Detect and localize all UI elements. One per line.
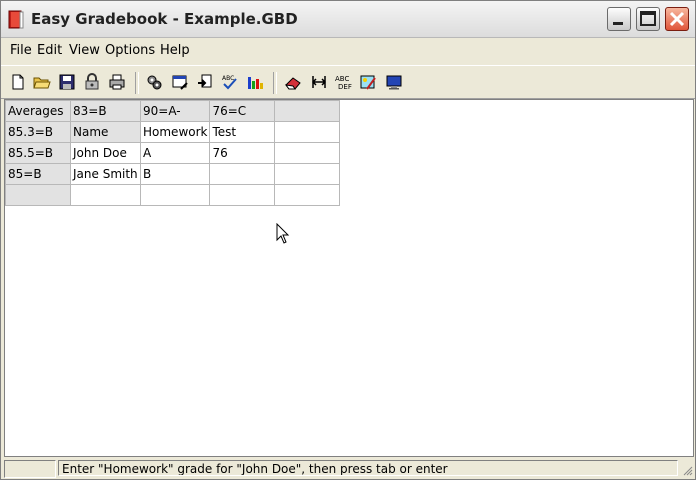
- table-row: [5, 184, 341, 206]
- toolbar-separator: [273, 72, 277, 94]
- table-row: 85=B Jane Smith B: [5, 163, 341, 185]
- table-row: Averages 83=B 90=A- 76=C: [5, 100, 341, 122]
- close-icon: [669, 11, 685, 27]
- homework-average-cell[interactable]: 90=A-: [139, 100, 211, 122]
- window-edit-button[interactable]: [171, 73, 189, 91]
- lock-icon: [85, 73, 99, 90]
- toolbar-separator: [135, 72, 139, 94]
- test-average-cell[interactable]: 76=C: [209, 100, 276, 122]
- grid-cell[interactable]: [274, 142, 341, 164]
- picture-edit-icon: [360, 75, 376, 90]
- maximize-button[interactable]: [636, 7, 660, 31]
- table-row: 85.5=B John Doe A 76: [5, 142, 341, 164]
- minimize-icon: [613, 22, 623, 25]
- print-button[interactable]: [108, 73, 126, 91]
- spell-check-icon: ABC: [222, 75, 237, 90]
- student-name-cell[interactable]: [70, 184, 141, 206]
- averages-label-cell[interactable]: Averages: [5, 100, 71, 122]
- close-button[interactable]: [665, 7, 689, 31]
- grid-cell[interactable]: [274, 121, 341, 143]
- abc-def-button[interactable]: ABC DEF: [335, 73, 353, 91]
- settings-gears-icon: [147, 75, 162, 90]
- gradebook-grid: Averages 83=B 90=A- 76=C 85.3=B Name Hom…: [5, 100, 341, 206]
- status-bar: Enter "Homework" grade for "John Doe", t…: [1, 458, 695, 479]
- row-average-cell[interactable]: [5, 184, 71, 206]
- column-width-button[interactable]: [310, 73, 328, 91]
- resize-grip-icon[interactable]: [681, 464, 693, 476]
- document-transfer-button[interactable]: [196, 73, 214, 91]
- name-column-header[interactable]: Name: [70, 121, 141, 143]
- gradebook-app-icon: [8, 10, 24, 29]
- grade-cell[interactable]: 76: [209, 142, 276, 164]
- chart-button[interactable]: [246, 73, 264, 91]
- menu-options[interactable]: Options: [105, 43, 155, 58]
- grade-cell[interactable]: [209, 163, 276, 185]
- grade-cell[interactable]: A: [139, 142, 211, 164]
- settings-button[interactable]: [145, 73, 163, 91]
- column-width-icon: [311, 76, 327, 88]
- svg-text:ABC: ABC: [335, 75, 349, 83]
- save-disk-icon: [59, 74, 75, 90]
- menu-file[interactable]: File: [10, 43, 32, 58]
- status-panel-left: [4, 460, 56, 478]
- lock-button[interactable]: [83, 73, 101, 91]
- new-file-icon: [12, 74, 24, 90]
- menu-bar: File Edit View Options Help: [1, 38, 695, 64]
- row-average-cell[interactable]: 85.3=B: [5, 121, 71, 143]
- window-edit-icon: [172, 75, 188, 90]
- toolbar: ABC ABC DEF: [1, 65, 695, 99]
- bar-chart-icon: [248, 77, 263, 89]
- student-name-cell[interactable]: Jane Smith: [70, 163, 141, 185]
- empty-header-cell[interactable]: [274, 100, 341, 122]
- student-name-cell[interactable]: John Doe: [70, 142, 141, 164]
- test-column-header[interactable]: Test: [209, 121, 276, 143]
- monitor-icon: [386, 75, 402, 90]
- eraser-icon: [284, 77, 301, 90]
- menu-help[interactable]: Help: [160, 43, 190, 58]
- menu-edit[interactable]: Edit: [37, 43, 62, 58]
- menu-view[interactable]: View: [69, 43, 100, 58]
- status-message: Enter "Homework" grade for "John Doe", t…: [58, 460, 678, 476]
- monitor-button[interactable]: [385, 73, 403, 91]
- new-file-button[interactable]: [9, 73, 27, 91]
- row-average-cell[interactable]: 85=B: [5, 163, 71, 185]
- app-window: Easy Gradebook - Example.GBD File Edit V…: [0, 0, 696, 480]
- grid-cell[interactable]: [274, 163, 341, 185]
- mouse-pointer-icon: [276, 223, 290, 244]
- print-icon: [109, 74, 125, 90]
- grade-cell[interactable]: [139, 184, 211, 206]
- window-title: Easy Gradebook - Example.GBD: [31, 10, 298, 28]
- maximize-icon: [640, 11, 656, 26]
- abc-def-icon: ABCDEF: [335, 75, 352, 91]
- grid-cell[interactable]: [274, 184, 341, 206]
- gradebook-grid-area: Averages 83=B 90=A- 76=C 85.3=B Name Hom…: [4, 99, 694, 457]
- grade-cell[interactable]: B: [139, 163, 211, 185]
- eraser-button[interactable]: [284, 73, 302, 91]
- open-button[interactable]: [33, 73, 51, 91]
- spell-check-button[interactable]: ABC: [221, 73, 239, 91]
- row-average-cell[interactable]: 85.5=B: [5, 142, 71, 164]
- homework-column-header[interactable]: Homework: [139, 121, 211, 143]
- open-folder-icon: [33, 77, 51, 89]
- svg-text:DEF: DEF: [338, 83, 352, 91]
- document-arrow-icon: [198, 74, 212, 88]
- table-row: 85.3=B Name Homework Test: [5, 121, 341, 143]
- title-bar[interactable]: Easy Gradebook - Example.GBD: [1, 1, 695, 38]
- minimize-button[interactable]: [607, 7, 631, 31]
- name-average-cell[interactable]: 83=B: [70, 100, 141, 122]
- svg-text:ABC: ABC: [222, 75, 234, 82]
- save-button[interactable]: [58, 73, 76, 91]
- picture-edit-button[interactable]: [359, 73, 377, 91]
- grade-cell[interactable]: [209, 184, 276, 206]
